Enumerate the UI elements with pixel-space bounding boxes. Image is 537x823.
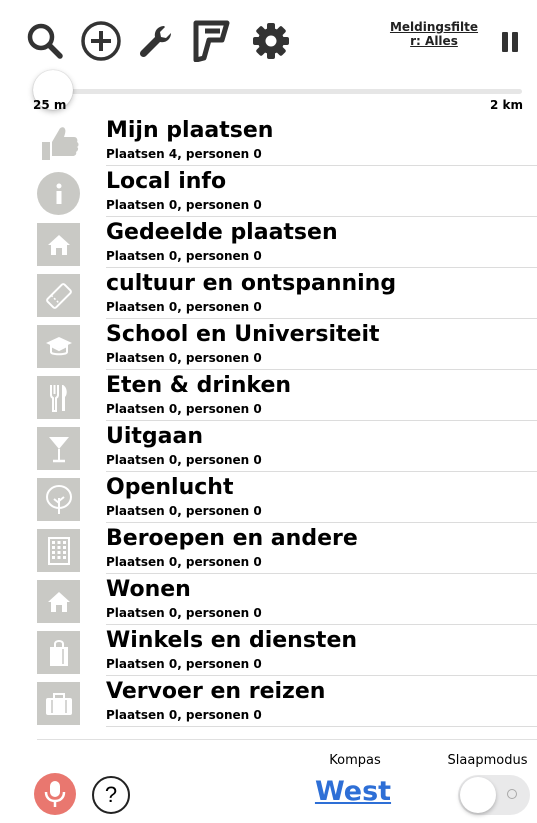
category-title: Openlucht (106, 475, 234, 500)
category-row-eten-drinken[interactable]: Eten & drinken Plaatsen 0, personen 0 (0, 370, 537, 421)
add-circle-icon[interactable] (78, 18, 124, 64)
category-row-uitgaan[interactable]: Uitgaan Plaatsen 0, personen 0 (0, 421, 537, 472)
toggle-knob (460, 777, 496, 813)
tree-icon (37, 478, 80, 521)
category-row-vervoer-en-reizen[interactable]: Vervoer en reizen Plaatsen 0, personen 0 (0, 676, 537, 727)
category-row-cultuur-en-ontspanning[interactable]: cultuur en ontspanning Plaatsen 0, perso… (0, 268, 537, 319)
category-count: Plaatsen 0, personen 0 (106, 198, 262, 212)
info-icon (37, 172, 80, 215)
category-row-local-info[interactable]: Local info Plaatsen 0, personen 0 (0, 166, 537, 217)
toggle-off-indicator (507, 789, 517, 799)
category-count: Plaatsen 0, personen 0 (106, 708, 262, 722)
cocktail-icon (37, 427, 80, 470)
category-title: Vervoer en reizen (106, 679, 326, 704)
help-button[interactable]: ? (92, 776, 130, 814)
category-list: Mijn plaatsen Plaatsen 4, personen 0 Loc… (0, 115, 537, 727)
category-row-openlucht[interactable]: Openlucht Plaatsen 0, personen 0 (0, 472, 537, 523)
category-title: Local info (106, 169, 227, 194)
home-icon (37, 223, 80, 266)
compass-label: Kompas (329, 753, 381, 768)
category-count: Plaatsen 0, personen 0 (106, 300, 262, 314)
pause-icon[interactable] (500, 32, 520, 54)
category-count: Plaatsen 0, personen 0 (106, 606, 262, 620)
category-count: Plaatsen 4, personen 0 (106, 147, 262, 161)
category-title: cultuur en ontspanning (106, 271, 397, 296)
foursquare-icon[interactable] (188, 18, 234, 64)
microphone-button[interactable] (34, 773, 76, 815)
category-count: Plaatsen 0, personen 0 (106, 351, 262, 365)
graduation-cap-icon (37, 325, 80, 368)
category-count: Plaatsen 0, personen 0 (106, 249, 262, 263)
category-row-gedeelde-plaatsen[interactable]: Gedeelde plaatsen Plaatsen 0, personen 0 (0, 217, 537, 268)
category-title: Mijn plaatsen (106, 118, 274, 143)
category-count: Plaatsen 0, personen 0 (106, 402, 262, 416)
gear-icon[interactable] (248, 18, 294, 64)
thumbs-up-icon (37, 121, 80, 164)
building-icon (37, 529, 80, 572)
category-count: Plaatsen 0, personen 0 (106, 504, 262, 518)
category-row-beroepen-en-andere[interactable]: Beroepen en andere Plaatsen 0, personen … (0, 523, 537, 574)
category-count: Plaatsen 0, personen 0 (106, 555, 262, 569)
category-title: School en Universiteit (106, 322, 380, 347)
category-title: Gedeelde plaatsen (106, 220, 338, 245)
category-title: Uitgaan (106, 424, 204, 449)
slider-max-label: 2 km (489, 98, 523, 112)
category-title: Wonen (106, 577, 191, 602)
radius-slider-track[interactable] (40, 89, 522, 94)
sleep-mode-toggle[interactable] (458, 775, 530, 815)
category-count: Plaatsen 0, personen 0 (106, 657, 262, 671)
category-row-wonen[interactable]: Wonen Plaatsen 0, personen 0 (0, 574, 537, 625)
fork-knife-icon (37, 376, 80, 419)
category-row-mijn-plaatsen[interactable]: Mijn plaatsen Plaatsen 4, personen 0 (0, 115, 537, 166)
sleep-mode-label: Slaapmodus (447, 753, 528, 768)
category-title: Winkels en diensten (106, 628, 358, 653)
category-row-winkels-en-diensten[interactable]: Winkels en diensten Plaatsen 0, personen… (0, 625, 537, 676)
category-count: Plaatsen 0, personen 0 (106, 453, 262, 467)
footer-divider (37, 739, 537, 740)
compass-direction-link[interactable]: West (305, 776, 401, 807)
suitcase-icon (37, 682, 80, 725)
row-divider (106, 726, 537, 727)
search-icon[interactable] (22, 18, 68, 64)
notification-filter-button[interactable]: Meldingsfilter: Alles (388, 20, 480, 48)
toolbar: Meldingsfilter: Alles (0, 0, 537, 80)
wrench-icon[interactable] (132, 18, 178, 64)
house-icon (37, 580, 80, 623)
category-row-school-en-universiteit[interactable]: School en Universiteit Plaatsen 0, perso… (0, 319, 537, 370)
microphone-icon (44, 781, 66, 807)
ticket-icon (37, 274, 80, 317)
slider-min-label: 25 m (33, 98, 67, 112)
category-title: Eten & drinken (106, 373, 292, 398)
shopping-bag-icon (37, 631, 80, 674)
category-title: Beroepen en andere (106, 526, 358, 551)
